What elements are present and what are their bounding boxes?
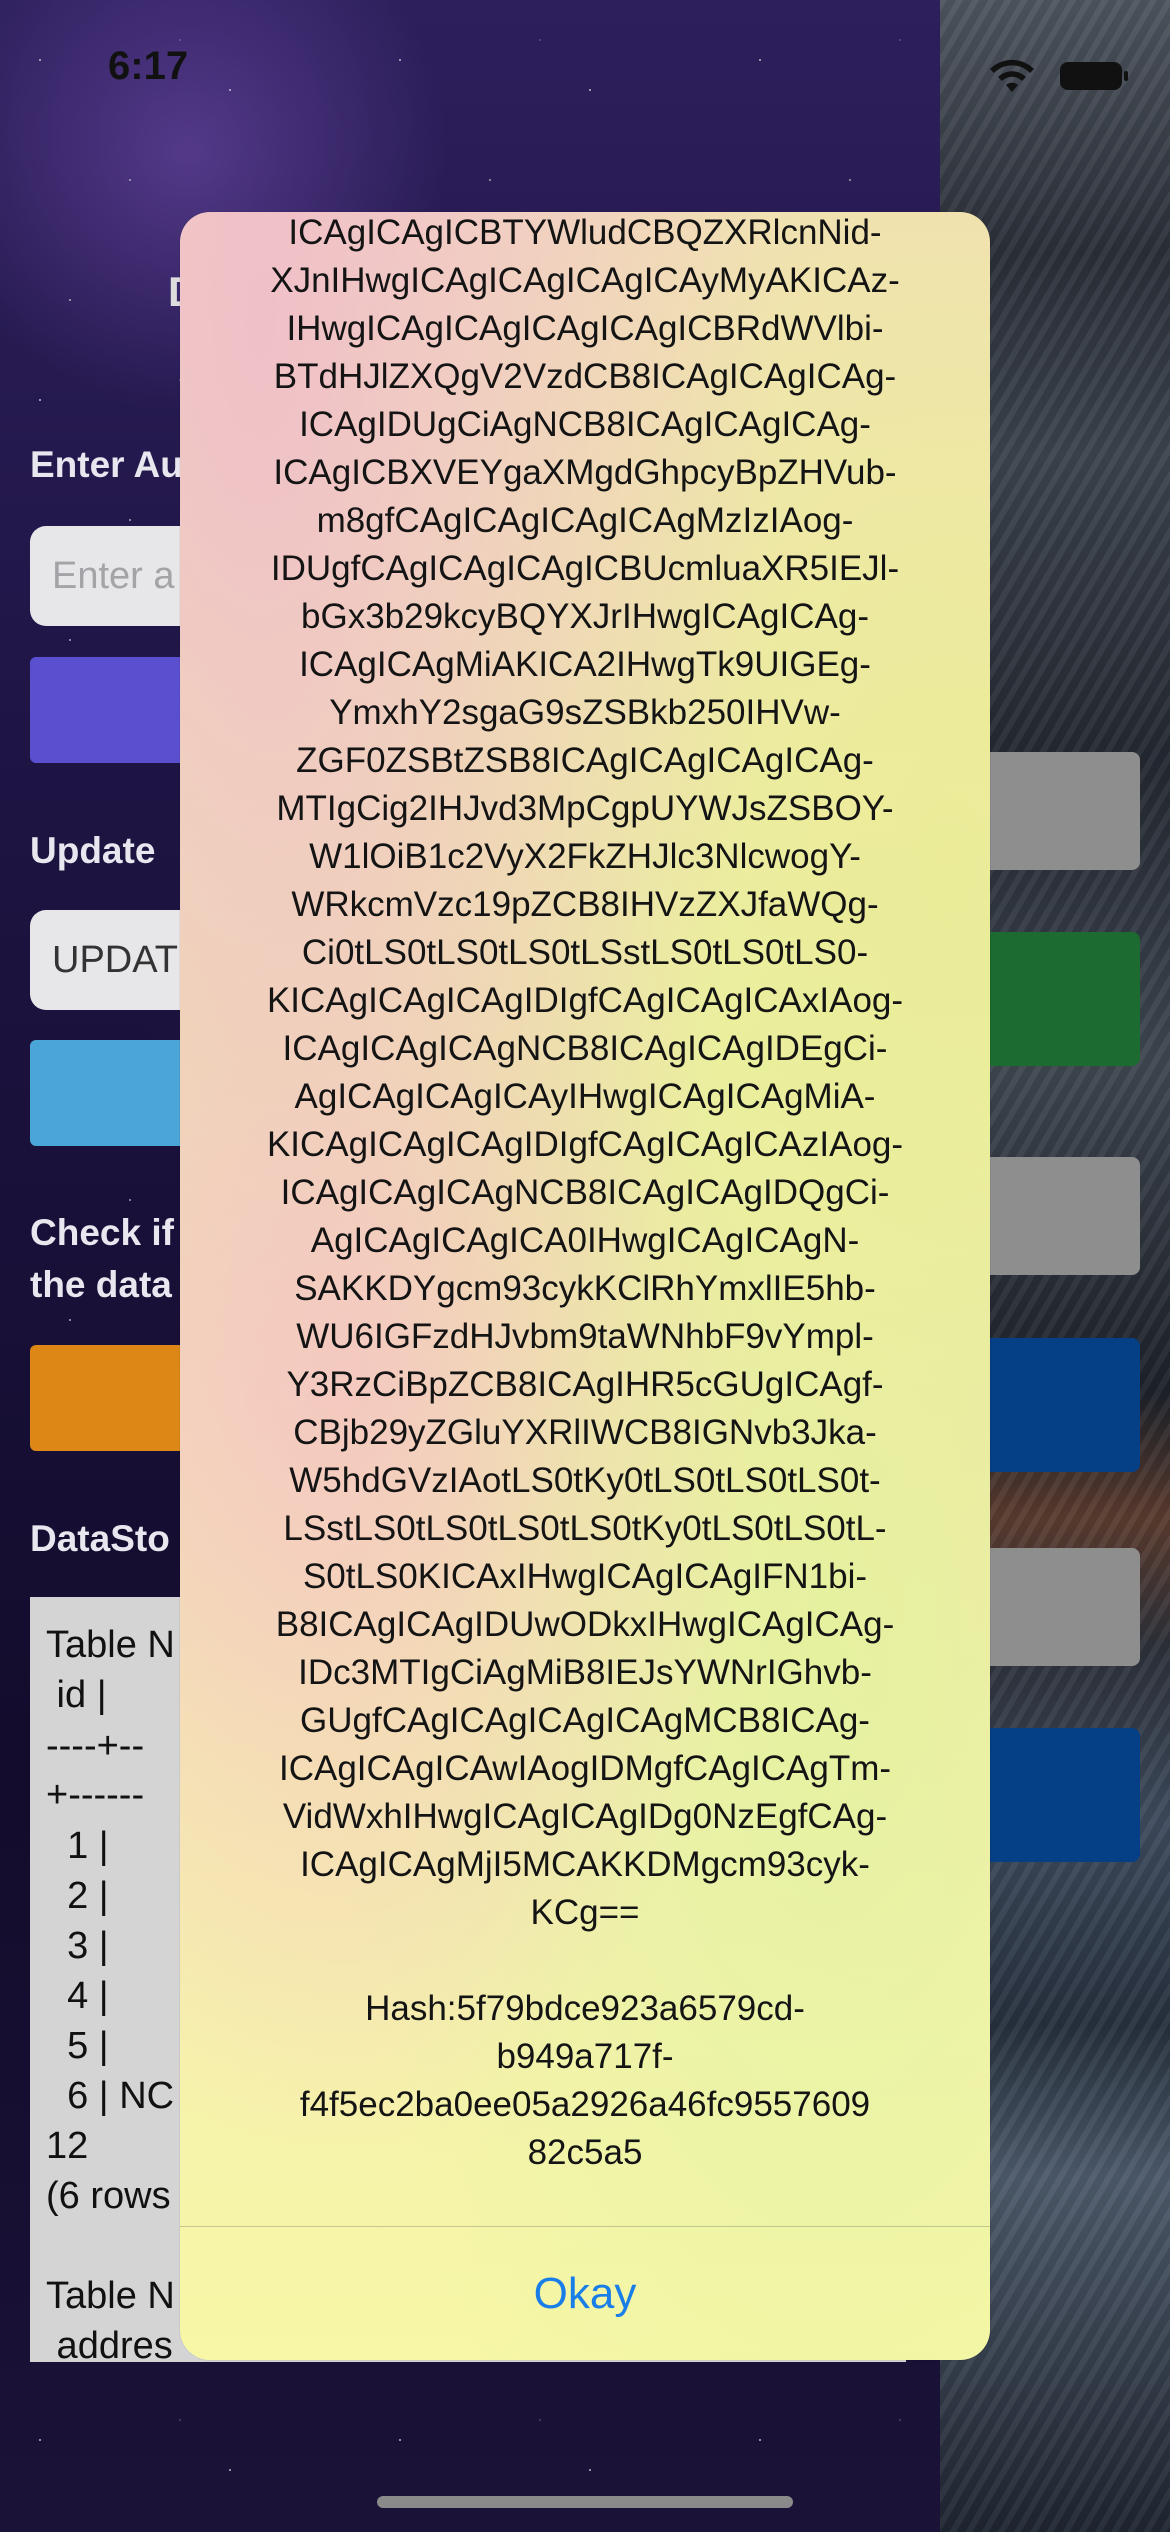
data-line: 6 | NC bbox=[46, 2075, 175, 2117]
alert-message-line: KCg== bbox=[530, 1893, 640, 1932]
data-line: 12 bbox=[46, 2125, 89, 2167]
alert-message-line: Y3RzCiBpZCB8ICAgIHR5cGUgICAgf- bbox=[286, 1365, 884, 1404]
alert-message: ICAgICAgICBTYWludCBQZXRlcnNid- XJnIHwgICA… bbox=[210, 212, 960, 2177]
alert-message-line: IDUgfCAgICAgICAgICBUcmluaXR5IEJl- bbox=[270, 549, 900, 588]
alert-message-line: ICAgICAgICAwIAogIDMgfCAgICAgTm- bbox=[278, 1749, 892, 1788]
battery-icon bbox=[1060, 62, 1128, 90]
data-line: 1 | bbox=[46, 1825, 109, 1867]
alert-message-line: GUgfCAgICAgICAgICAgMCB8ICAg- bbox=[300, 1701, 870, 1740]
alert-message-line: AgICAgICAgICA0IHwgICAgICAgN- bbox=[310, 1221, 860, 1260]
data-line: addres bbox=[46, 2325, 173, 2362]
alert-message-line: BTdHJlZXQgV2VzdCB8ICAgICAgICAg- bbox=[273, 357, 897, 396]
data-line: 4 | bbox=[46, 1975, 109, 2017]
alert-message-line: ICAgICAgMiAKICA2IHwgTk9UIGEg- bbox=[299, 645, 871, 684]
alert-hash-line: b949a717f- bbox=[496, 2037, 674, 2076]
data-line: 5 | bbox=[46, 2025, 109, 2067]
data-line: Table N bbox=[46, 1624, 175, 1666]
alert-message-line: S0tLS0KICAxIHwgICAgICAgIFN1bi- bbox=[302, 1557, 868, 1596]
alert-dialog: ICAgICAgICBTYWludCBQZXRlcnNid- XJnIHwgICA… bbox=[180, 212, 990, 2360]
alert-message-line: XJnIHwgICAgICAgICAgICAyMyAKICAz- bbox=[270, 261, 900, 300]
alert-message-line: ICAgICAgICBTYWludCBQZXRlcnNid- bbox=[288, 213, 882, 252]
data-line: +------ bbox=[46, 1774, 145, 1816]
alert-hash-line: f4f5ec2ba0ee05a2926a46fc9557609 bbox=[299, 2085, 871, 2124]
alert-message-line: ICAgIDUgCiAgNCB8ICAgICAgICAg- bbox=[299, 405, 871, 444]
alert-message-line: CBjb29yZGluYXRlIWCB8IGNvb3Jka- bbox=[293, 1413, 877, 1452]
alert-hash-line: 82c5a5 bbox=[527, 2133, 643, 2172]
data-line: ----+-- bbox=[46, 1725, 145, 1767]
alert-message-line: KICAgICAgICAgIDIgfCAgICAgICAzIAog- bbox=[266, 1125, 904, 1164]
alert-message-line: ICAgICBXVEYgaXMgdGhpcyBpZHVub- bbox=[273, 453, 897, 492]
alert-message-line: ZGF0ZSBtZSB8ICAgICAgICAgICAg- bbox=[296, 741, 874, 780]
alert-message-line: W5hdGVzIAotLS0tKy0tLS0tLS0tLS0t- bbox=[289, 1461, 881, 1500]
data-line: 3 | bbox=[46, 1925, 109, 1967]
status-time: 6:17 bbox=[108, 44, 189, 88]
alert-message-line: LSstLS0tLS0tLS0tLS0tKy0tLS0tLS0tL- bbox=[283, 1509, 887, 1548]
alert-message-line: B8ICAgICAgIDUwODkxIHwgICAgICAg- bbox=[275, 1605, 895, 1644]
alert-message-line: WU6IGFzdHJvbm9taWNhbF9vYmpl- bbox=[296, 1317, 874, 1356]
alert-message-line: YmxhY2sgaG9sZSBkb250IHVw- bbox=[329, 693, 841, 732]
alert-message-line: Ci0tLS0tLS0tLS0tLSstLS0tLS0tLS0- bbox=[301, 933, 869, 972]
data-line: Table N bbox=[46, 2275, 175, 2317]
status-icons bbox=[986, 58, 1128, 94]
alert-message-line: VidWxhIHwgICAgICAgIDg0NzEgfCAg- bbox=[282, 1797, 888, 1836]
alert-message-line: m8gfCAgICAgICAgICAgMzIzIAog- bbox=[316, 501, 854, 540]
data-line: (6 rows bbox=[46, 2175, 171, 2217]
alert-message-line: bGx3b29kcyBQYXJrIHwgICAgICAg- bbox=[301, 597, 869, 636]
check-label-line-2: the data bbox=[30, 1264, 172, 1305]
alert-hash-line: Hash:5f79bdce923a6579cd- bbox=[365, 1989, 805, 2028]
alert-message-line: AgICAgICAgICAyIHwgICAgICAgMiA- bbox=[294, 1077, 876, 1116]
data-line: id | bbox=[46, 1674, 107, 1716]
alert-message-line: ICAgICAgMjI5MCAKKDMgcm93cyk- bbox=[300, 1845, 870, 1884]
alert-message-line: KICAgICAgICAgIDIgfCAgICAgICAxIAog- bbox=[266, 981, 904, 1020]
alert-message-line: IHwgICAgICAgICAgICAgICBRdWVlbi- bbox=[286, 309, 884, 348]
okay-button[interactable]: Okay bbox=[180, 2227, 990, 2360]
alert-message-line: ICAgICAgICAgNCB8ICAgICAgIDEgCi- bbox=[282, 1029, 888, 1068]
home-indicator bbox=[377, 2496, 793, 2508]
datastore-label: DataSto bbox=[30, 1518, 170, 1559]
alert-message-line: IDc3MTIgCiAgMiB8IEJsYWNrIGhvb- bbox=[298, 1653, 872, 1692]
data-line: 2 | bbox=[46, 1875, 109, 1917]
alert-message-line: W1lOiB1c2VyX2FkZHJlc3NlcwogY- bbox=[309, 837, 861, 876]
wifi-icon bbox=[990, 59, 1034, 92]
alert-message-gap bbox=[210, 1937, 960, 1985]
check-label-line-1: Check if bbox=[30, 1212, 174, 1253]
alert-message-line: WRkcmVzc19pZCB8IHVzZXJfaWQg- bbox=[291, 885, 879, 924]
alert-message-line: ICAgICAgICAgNCB8ICAgICAgIDQgCi- bbox=[280, 1173, 890, 1212]
auth-label: Enter Au bbox=[30, 444, 183, 485]
update-label: Update bbox=[30, 830, 156, 871]
alert-message-line: SAKKDYgcm93cykKClRhYmxlIE5hb- bbox=[294, 1269, 876, 1308]
alert-message-line: MTIgCig2IHJvd3MpCgpUYWJsZSBOY- bbox=[276, 789, 894, 828]
